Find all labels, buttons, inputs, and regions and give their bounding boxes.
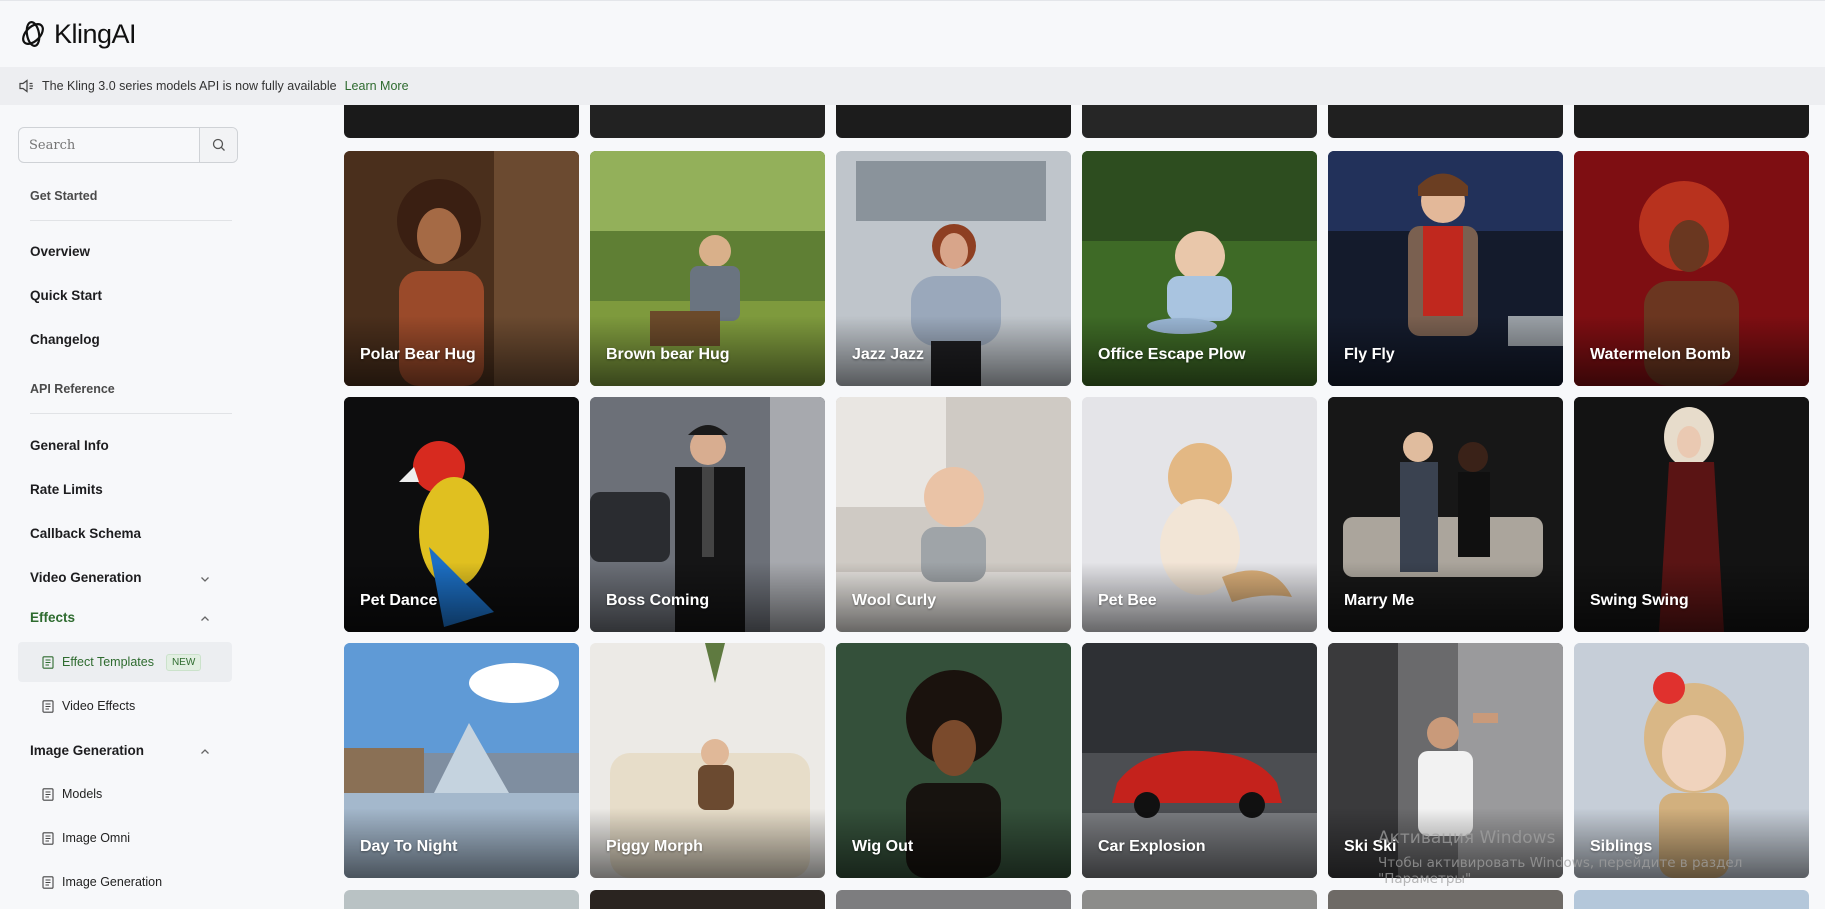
nav-quick-start[interactable]: Quick Start [30,288,102,303]
document-icon [42,831,54,845]
sidebar-item-label: Image Generation [62,875,163,889]
effect-card[interactable]: Fly Fly [1328,151,1563,386]
nav-effects[interactable]: Effects [30,610,75,625]
search-button[interactable] [199,128,237,162]
effect-title: Piggy Morph [606,838,703,855]
effect-card[interactable]: Marry Me [1328,397,1563,632]
search-icon [212,138,225,151]
nav-video-generation[interactable]: Video Generation [30,570,142,585]
announcement-bar: The Kling 3.0 series models API is now f… [0,67,1825,105]
windows-watermark-title: Активация Windows [1378,828,1556,848]
effect-card[interactable]: Office Escape Plow [1082,151,1317,386]
learn-more-link[interactable]: Learn More [345,79,409,93]
effect-card-partial[interactable] [590,890,825,909]
effect-card-partial[interactable] [590,105,825,138]
effect-card-partial[interactable] [1574,890,1809,909]
nav-rate-limits[interactable]: Rate Limits [30,482,103,497]
effect-title: Car Explosion [1098,838,1206,855]
document-icon [42,655,54,669]
effect-card[interactable]: Siblings [1574,643,1809,878]
effect-card-partial[interactable] [344,105,579,138]
effect-card[interactable]: Watermelon Bomb [1574,151,1809,386]
kling-logo-icon [22,21,44,47]
nav-callback-schema[interactable]: Callback Schema [30,526,141,541]
effect-title: Siblings [1590,838,1653,855]
nav-general-info[interactable]: General Info [30,438,109,453]
chevron-up-icon[interactable] [200,614,210,624]
sidebar-item-video-effects[interactable]: Video Effects [18,686,232,726]
divider [30,220,232,221]
effects-gallery: Polar Bear Hug Brown bear Hug Jazz Jazz … [340,105,1825,909]
windows-watermark-text: Чтобы активировать Windows, перейдите в … [1378,855,1743,887]
effect-title: Polar Bear Hug [360,346,476,363]
effect-card[interactable]: Pet Bee [1082,397,1317,632]
sidebar-item-models[interactable]: Models [18,774,232,814]
effect-card-partial[interactable] [1082,890,1317,909]
brand-logo[interactable]: KlingAI [18,18,137,50]
search-box [18,127,238,163]
effect-title: Boss Coming [606,592,710,609]
sidebar-item-label: Image Omni [62,831,131,845]
sidebar-item-label: Video Effects [62,699,136,713]
search-input[interactable] [19,128,199,162]
effect-title: Fly Fly [1344,346,1395,363]
effect-card[interactable]: Swing Swing [1574,397,1809,632]
new-badge: NEW [165,653,202,671]
effect-title: Wool Curly [852,592,937,609]
effect-card[interactable]: Polar Bear Hug [344,151,579,386]
top-header: KlingAI [0,0,1825,67]
section-api-reference: API Reference [30,382,115,396]
sidebar-item-effect-templates[interactable]: Effect Templates NEW [18,642,232,682]
effect-card[interactable]: Day To Night [344,643,579,878]
announcement-text: The Kling 3.0 series models API is now f… [42,79,337,93]
effect-card-partial[interactable] [1328,105,1563,138]
effect-title: Pet Dance [360,592,438,609]
effect-title: Watermelon Bomb [1590,346,1731,363]
effect-card[interactable]: Car Explosion [1082,643,1317,878]
effect-card[interactable]: Wig Out [836,643,1071,878]
effect-card-partial[interactable] [344,890,579,909]
effect-card-partial[interactable] [1328,890,1563,909]
effect-title: Pet Bee [1098,592,1157,609]
document-icon [42,787,54,801]
sidebar-item-label: Effect Templates [62,655,154,669]
effect-card[interactable]: Piggy Morph [590,643,825,878]
section-get-started: Get Started [30,189,98,203]
effect-title: Brown bear Hug [606,346,730,363]
nav-changelog[interactable]: Changelog [30,332,100,347]
nav-image-generation[interactable]: Image Generation [30,743,144,758]
effect-card[interactable]: Jazz Jazz [836,151,1071,386]
effect-title: Day To Night [360,838,458,855]
effect-card-partial[interactable] [836,890,1071,909]
sidebar-item-label: Models [62,787,103,801]
effect-card[interactable]: Boss Coming [590,397,825,632]
chevron-down-icon[interactable] [200,574,210,584]
effect-title: Jazz Jazz [852,346,925,363]
nav-overview[interactable]: Overview [30,244,90,259]
effect-card-partial[interactable] [1082,105,1317,138]
sidebar-item-image-generation[interactable]: Image Generation [18,862,232,902]
effect-card[interactable]: Pet Dance [344,397,579,632]
effect-title: Marry Me [1344,592,1415,609]
sidebar-item-image-omni[interactable]: Image Omni [18,818,232,858]
effect-card[interactable]: Wool Curly [836,397,1071,632]
brand-name: KlingAI [54,18,137,49]
chevron-up-icon[interactable] [200,747,210,757]
document-icon [42,875,54,889]
effect-card-partial[interactable] [1574,105,1809,138]
effect-card-partial[interactable] [836,105,1071,138]
document-icon [42,699,54,713]
divider [30,413,232,414]
speaker-icon [19,79,33,93]
effect-card[interactable]: Brown bear Hug [590,151,825,386]
effect-title: Office Escape Plow [1098,346,1246,363]
effect-title: Wig Out [852,838,914,855]
effect-title: Swing Swing [1590,592,1689,609]
sidebar: Get Started Overview Quick Start Changel… [0,105,260,909]
